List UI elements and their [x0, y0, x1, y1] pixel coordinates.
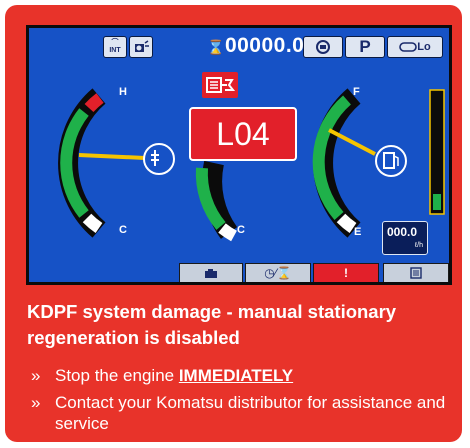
- coolant-high-label: H: [119, 86, 127, 98]
- fuel-gauge-white-segment: [336, 213, 357, 233]
- coolant-gauge-white-segment: [82, 213, 103, 233]
- hydraulic-gauge-white-segment: [218, 223, 237, 242]
- fuel-gauge: [312, 88, 407, 238]
- hydraulic-temp-gauge: [195, 160, 238, 242]
- bullet-glyph: »: [31, 366, 41, 385]
- instruction-text: Contact your Komatsu distributor for ass…: [55, 393, 446, 433]
- coolant-gauge-needle: [78, 153, 146, 160]
- warning-card: ⌒ INT ⌛00000.0h P Lo: [5, 5, 462, 442]
- instruction-list: » Stop the engine IMMEDIATELY » Contact …: [27, 365, 447, 440]
- instruction-emphasis: IMMEDIATELY: [178, 366, 294, 385]
- alert-code-box: L04: [189, 107, 297, 161]
- message-title: KDPF system damage - manual stationary r…: [27, 301, 397, 348]
- fuel-empty-label: E: [354, 226, 362, 238]
- coolant-gauge-red-segment: [84, 93, 104, 113]
- caution-label: !: [344, 266, 348, 280]
- menu-button[interactable]: [383, 263, 449, 282]
- coolant-cold-label: C: [119, 224, 127, 236]
- instruction-text: Stop the engine: [55, 366, 179, 385]
- fuel-full-label: F: [353, 86, 360, 98]
- list-icon: [410, 267, 422, 279]
- clock-hourglass-icon: ◷⁄⌛: [264, 266, 292, 280]
- camera-icon: [205, 268, 217, 278]
- fuel-consumption-value: 000.0: [387, 225, 418, 239]
- alert-code: L04: [216, 115, 270, 152]
- fuel-consumption-unit: ℓ/h: [414, 242, 423, 249]
- fuel-consumption-display: 000.0 ℓ/h: [382, 221, 428, 255]
- bullet-glyph: »: [31, 393, 41, 412]
- monitor-screen: ⌒ INT ⌛00000.0h P Lo: [26, 25, 452, 285]
- camera-button[interactable]: [179, 263, 243, 282]
- fuel-gauge-icon-bg: [375, 145, 407, 177]
- instruction-item: » Stop the engine IMMEDIATELY: [27, 365, 447, 386]
- maintenance-button[interactable]: ◷⁄⌛: [245, 263, 311, 282]
- hydraulic-cold-label: C: [237, 224, 245, 236]
- caution-button[interactable]: !: [313, 263, 379, 282]
- coolant-temp-gauge: [58, 88, 175, 238]
- eco-gauge: [429, 89, 445, 215]
- function-switch-bar: ◷⁄⌛ !: [179, 263, 449, 282]
- instruction-item: » Contact your Komatsu distributor for a…: [27, 392, 447, 434]
